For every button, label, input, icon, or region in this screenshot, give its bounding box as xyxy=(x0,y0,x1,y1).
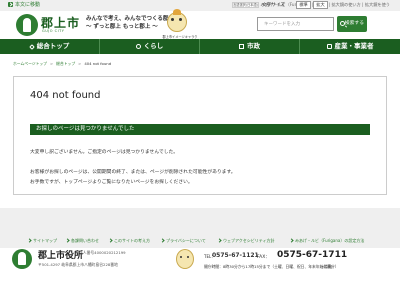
footer-fax-label: FAX： xyxy=(257,255,270,260)
search-button-label: 検索する xyxy=(344,21,364,26)
footer-link-label: プライバシーについて xyxy=(166,238,206,243)
chevron-right-icon xyxy=(289,238,294,243)
footer-link-label: みあげ・ルビ（Furigana）の設定方法 xyxy=(295,238,365,243)
breadcrumb-top[interactable]: 総合トップ xyxy=(56,61,75,66)
not-found-notice: お探しのページは見つかりませんでした xyxy=(30,124,370,135)
chevron-right-icon xyxy=(108,238,113,243)
industry-icon xyxy=(326,44,332,49)
footer-fax: 0575-67-1711 xyxy=(277,250,348,260)
breadcrumb: ホームページトップ > 総合トップ >404 not found xyxy=(13,61,111,67)
breadcrumb-separator: > xyxy=(49,61,54,66)
nav-label: 総合トップ xyxy=(36,42,70,50)
footer-mascot-icon xyxy=(176,249,194,269)
nav-label: くらし xyxy=(143,42,164,50)
city-logo-icon[interactable] xyxy=(16,14,38,36)
message-reason: お客様がお探しのページは、公開期間の終了、または、ページが削除された可能性があり… xyxy=(30,170,236,175)
footer-link-label: サイトマップ xyxy=(33,238,57,243)
skip-to-content-link[interactable]: 本文に移動 xyxy=(8,1,40,8)
footer-hours: 開庁時間：8時30分から17時15分まで（土曜、日曜、祝日、年末年始は閉庁） xyxy=(204,264,339,269)
chevron-right-icon xyxy=(27,238,32,243)
slogan-line2: 〜 ずっと郡上 もっと郡上 〜 xyxy=(86,24,158,30)
footer-links: サイトマップ 各課問い合わせ このサイトの考え方 プライバシーについて ウェブア… xyxy=(0,208,400,248)
nav-item-home[interactable]: 総合トップ xyxy=(0,39,100,54)
slogan: みんなで考え、みんなでつくる郡上 〜 ずっと郡上 もっと郡上 〜 xyxy=(86,15,174,31)
message-apology: 大変申し訳ございません。ご指定のページは見つかりませんでした。 xyxy=(30,150,179,155)
footer-tel[interactable]: 0575-67-1121 xyxy=(212,252,259,259)
search-icon xyxy=(340,21,345,26)
footer-link-contacts[interactable]: 各課問い合わせ xyxy=(65,238,99,244)
life-icon xyxy=(135,44,141,49)
footer-hours-note: (代表) xyxy=(322,264,333,269)
search-button[interactable]: 検索する xyxy=(337,16,367,32)
breadcrumb-home[interactable]: ホームページトップ xyxy=(13,61,47,66)
footer-link-sitemap[interactable]: サイトマップ xyxy=(27,238,57,244)
nav-label: 産業・事業者 xyxy=(334,42,374,50)
breadcrumb-separator: > xyxy=(78,61,82,66)
footer-corp-number: 法人番号4000020212199 xyxy=(79,250,126,255)
language-select[interactable]: 言語選択(日本語) xyxy=(232,2,259,8)
footer-address: 〒501-4297 岐阜県郡上市八幡町島谷228番地 xyxy=(38,262,118,267)
chevron-right-icon xyxy=(217,238,222,243)
breadcrumb-current: 404 not found xyxy=(84,61,112,66)
nav-label: 市政 xyxy=(247,42,260,50)
footer-link-label: ウェブアクセシビリティ方針 xyxy=(223,238,275,243)
message-instruction: お手数ですが、トップページよりご覧になりたいページをお探しください。 xyxy=(30,180,193,185)
search-input[interactable] xyxy=(257,17,334,31)
footer-link-furigana[interactable]: みあげ・ルビ（Furigana）の設定方法 xyxy=(289,238,365,244)
nav-item-industry[interactable]: 産業・事業者 xyxy=(300,39,400,54)
text-size-standard-button[interactable]: 標準 xyxy=(296,1,311,9)
home-icon xyxy=(28,44,35,50)
arrow-down-icon xyxy=(8,2,13,7)
footer-office-name: 郡上市役所 xyxy=(38,251,84,261)
slogan-line1: みんなで考え、みんなでつくる郡上 xyxy=(86,16,174,22)
utility-bar: 本文に移動 みあげ・ルビ（Furigana）| 拡大鏡 | 拡大鏡の使い方 | … xyxy=(0,0,400,11)
nav-item-administration[interactable]: 市政 xyxy=(200,39,300,54)
city-name-en: GUJO CITY xyxy=(42,29,65,33)
footer-link-label: 各課問い合わせ xyxy=(71,238,99,243)
page-title: 404 not found xyxy=(30,90,101,101)
mascot-icon xyxy=(167,9,187,32)
footer-link-privacy[interactable]: プライバシーについて xyxy=(160,238,206,244)
global-nav: 総合トップ くらし 市政 産業・事業者 xyxy=(0,39,400,54)
text-size-large-button[interactable]: 拡大 xyxy=(313,1,328,9)
nav-item-life[interactable]: くらし xyxy=(100,39,200,54)
footer-link-label: このサイトの考え方 xyxy=(114,238,150,243)
chevron-right-icon xyxy=(160,238,165,243)
chevron-right-icon xyxy=(65,238,70,243)
building-icon xyxy=(239,44,244,49)
text-size-label: 文字サイズ xyxy=(262,3,285,8)
footer-logo-icon xyxy=(12,249,32,269)
footer-link-accessibility[interactable]: ウェブアクセシビリティ方針 xyxy=(217,238,275,244)
skip-label: 本文に移動 xyxy=(15,2,41,8)
footer-link-site-policy[interactable]: このサイトの考え方 xyxy=(108,238,150,244)
